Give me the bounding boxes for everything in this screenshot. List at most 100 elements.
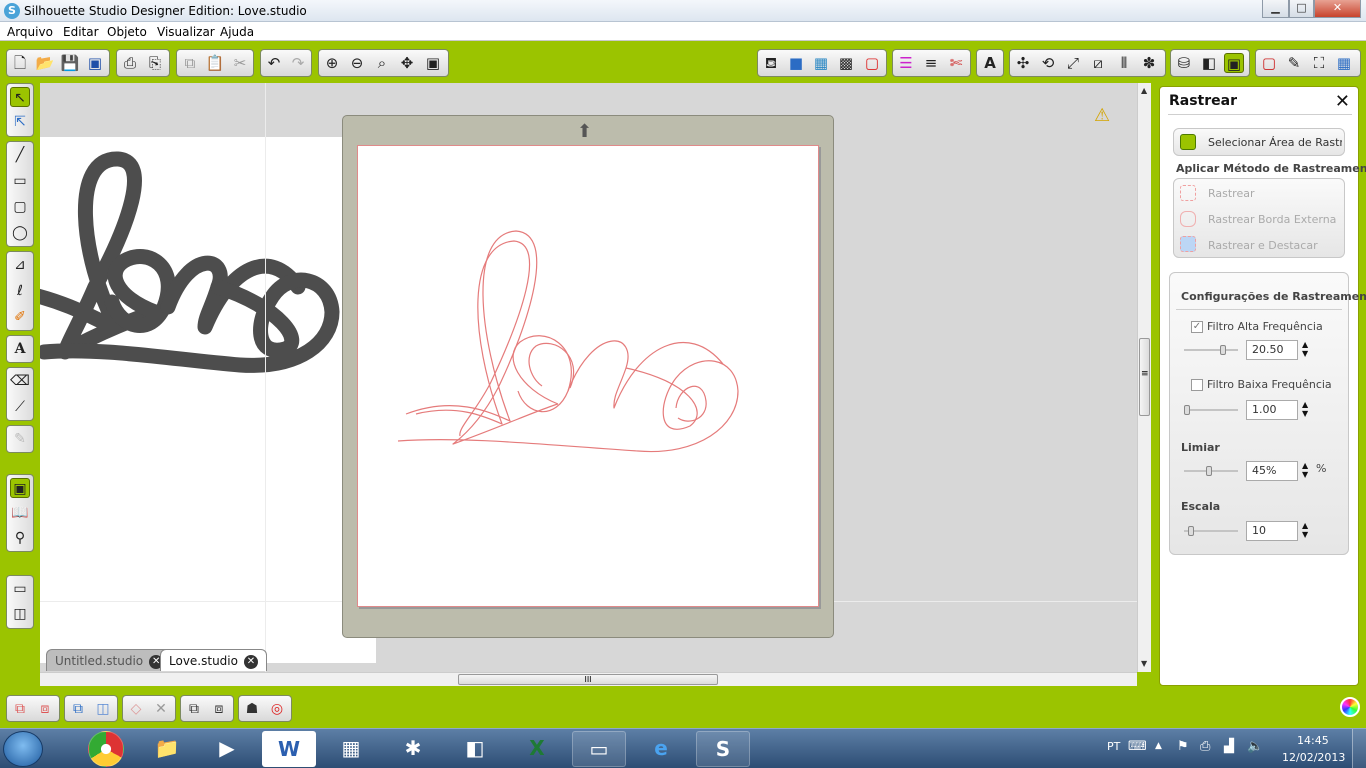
slider-knob[interactable]	[1220, 345, 1226, 355]
slider-knob[interactable]	[1184, 405, 1190, 415]
polygon-tool-icon[interactable]: ⊿	[10, 255, 30, 275]
cut-page[interactable]	[357, 145, 819, 607]
menu-objeto[interactable]: Objeto	[107, 25, 147, 39]
window-switcher-icon[interactable]: ▭	[572, 731, 626, 767]
vertical-scrollbar[interactable]: ▲ ≡ ▼	[1137, 83, 1151, 672]
fullscreen-icon[interactable]: ⛶	[1309, 53, 1329, 73]
high-filter-checkbox[interactable]: ✓	[1191, 321, 1203, 333]
minimize-button[interactable]: ▁	[1262, 0, 1289, 18]
zoom-in-icon[interactable]: ⊕	[322, 53, 342, 73]
tile-view-icon[interactable]: ◫	[10, 604, 30, 624]
line-color-icon[interactable]: ▢	[862, 53, 882, 73]
maximize-button[interactable]: □	[1289, 0, 1314, 18]
method-trace-outer-edge[interactable]: Rastrear Borda Externa	[1208, 213, 1336, 226]
threshold-input[interactable]: 45%	[1246, 461, 1298, 481]
tab-untitled[interactable]: Untitled.studio ✕	[46, 649, 173, 671]
clock-date[interactable]: 12/02/2013	[1282, 751, 1345, 764]
online-store-icon[interactable]: ⚲	[10, 528, 30, 548]
edit-points-icon[interactable]: ⇱	[10, 112, 30, 132]
trace-icon[interactable]: ▣	[1224, 53, 1244, 73]
scale-slider[interactable]	[1184, 526, 1238, 536]
silhouette-studio-icon[interactable]: S	[696, 731, 750, 767]
method-trace[interactable]: Rastrear	[1208, 187, 1255, 200]
make-compound-icon[interactable]: ⧉	[68, 699, 88, 719]
color-wheel-icon[interactable]	[1340, 697, 1360, 717]
close-tab-icon[interactable]: ✕	[243, 654, 258, 669]
offset-icon[interactable]: ◎	[267, 699, 287, 719]
show-hidden-icons-icon[interactable]: ▲	[1155, 741, 1162, 751]
clock-time[interactable]: 14:45	[1297, 734, 1329, 747]
store-icon[interactable]: ◧	[1199, 53, 1219, 73]
scroll-down-icon[interactable]: ▼	[1141, 659, 1147, 668]
save-to-library-icon[interactable]: ▣	[85, 53, 105, 73]
calculator-icon[interactable]: ▦	[324, 731, 378, 767]
line-width-icon[interactable]: ≡	[921, 53, 941, 73]
menu-ajuda[interactable]: Ajuda	[220, 25, 254, 39]
fit-to-page-icon[interactable]: ▣	[423, 53, 443, 73]
zoom-out-icon[interactable]: ⊖	[347, 53, 367, 73]
new-document-icon[interactable]: 🗋	[10, 53, 30, 73]
zoom-selection-icon[interactable]: ⌕	[372, 53, 392, 73]
hscroll-thumb[interactable]: III	[458, 674, 718, 685]
print-icon[interactable]: ⎙	[120, 53, 140, 73]
horizontal-scrollbar[interactable]: III	[40, 672, 1137, 686]
line-tool-icon[interactable]: ╱	[10, 145, 30, 165]
start-button[interactable]	[3, 731, 43, 767]
device-icon[interactable]: ⎙	[1200, 739, 1210, 754]
pattern-icon[interactable]: ▩	[836, 53, 856, 73]
show-desktop-button[interactable]	[1352, 729, 1366, 768]
stepper-arrows-icon[interactable]: ▲ ▼	[1302, 340, 1308, 358]
knife-tool-icon[interactable]: ⟋	[10, 397, 30, 417]
grid-icon[interactable]: ▦	[1334, 53, 1354, 73]
fill-color-icon[interactable]: ■	[786, 53, 806, 73]
high-filter-slider[interactable]	[1184, 345, 1238, 355]
align-icon[interactable]: ⫴	[1114, 53, 1134, 73]
tab-love[interactable]: Love.studio ✕	[160, 649, 267, 671]
move-icon[interactable]: ✣	[1013, 53, 1033, 73]
spider-app-icon[interactable]: ✱	[386, 731, 440, 767]
fill-bucket-icon[interactable]: ⛾	[761, 53, 781, 73]
redo-icon[interactable]: ↷	[288, 53, 308, 73]
low-filter-slider[interactable]	[1184, 405, 1238, 415]
network-icon[interactable]: ▟	[1224, 739, 1234, 754]
notes-icon[interactable]: ◧	[448, 731, 502, 767]
low-filter-checkbox[interactable]	[1191, 379, 1203, 391]
save-icon[interactable]: 💾	[60, 53, 80, 73]
stepper-arrows-icon[interactable]: ▲ ▼	[1302, 461, 1308, 479]
rounded-rectangle-tool-icon[interactable]: ▢	[10, 197, 30, 217]
rotate-icon[interactable]: ⟲	[1038, 53, 1058, 73]
gradient-icon[interactable]: ▦	[811, 53, 831, 73]
sketch-pen-icon[interactable]: ✎	[10, 429, 30, 449]
scale-icon[interactable]: ⤢	[1063, 53, 1083, 73]
split-view-icon[interactable]: ▭	[10, 579, 30, 599]
select-trace-area-button[interactable]: Selecionar Área de Rastrea	[1173, 128, 1345, 156]
menu-visualizar[interactable]: Visualizar	[157, 25, 215, 39]
library-view-icon[interactable]: 📖	[10, 503, 30, 523]
curve-tool-icon[interactable]: ℓ	[10, 281, 30, 301]
word-icon[interactable]: W	[262, 731, 316, 767]
send-to-cutter-icon[interactable]: ⎘	[145, 53, 165, 73]
threshold-slider[interactable]	[1184, 466, 1238, 476]
scroll-up-icon[interactable]: ▲	[1141, 86, 1147, 95]
menu-editar[interactable]: Editar	[63, 25, 99, 39]
close-panel-icon[interactable]: ✕	[1335, 91, 1350, 112]
open-folder-icon[interactable]: 📂	[35, 53, 55, 73]
media-player-icon[interactable]: ▶	[200, 731, 254, 767]
text-style-icon[interactable]: A	[980, 53, 1000, 73]
freehand-tool-icon[interactable]: ✐	[10, 307, 30, 327]
chrome-icon[interactable]	[88, 731, 124, 767]
copy-icon[interactable]: ⧉	[180, 53, 200, 73]
replicate-icon[interactable]: ✽	[1139, 53, 1159, 73]
keyboard-icon[interactable]: ⌨	[1128, 739, 1147, 754]
low-filter-input[interactable]: 1.00	[1246, 400, 1298, 420]
group-icon[interactable]: ⧉	[10, 699, 30, 719]
sketch-icon[interactable]: ✎	[1284, 53, 1304, 73]
design-view-icon[interactable]: ▣	[10, 478, 30, 498]
rectangle-tool-icon[interactable]: ▭	[10, 171, 30, 191]
text-tool-icon[interactable]: A	[10, 339, 30, 359]
delete-icon[interactable]: ✕	[151, 699, 171, 719]
scale-input[interactable]: 10	[1246, 521, 1298, 541]
method-trace-detach[interactable]: Rastrear e Destacar	[1208, 239, 1318, 252]
explorer-icon[interactable]: 📁	[140, 731, 194, 767]
cut-icon[interactable]: ✂	[230, 53, 250, 73]
